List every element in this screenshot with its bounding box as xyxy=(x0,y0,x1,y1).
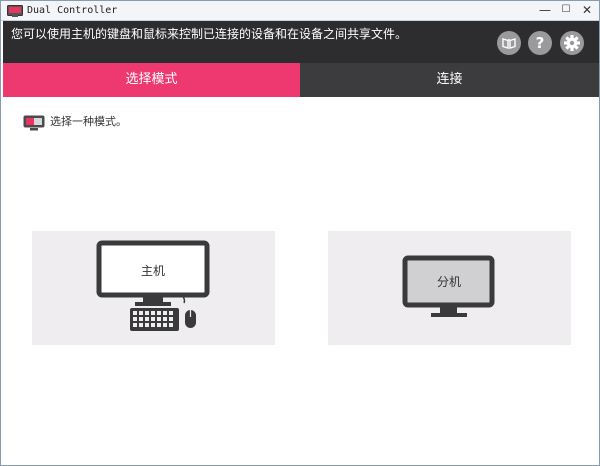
app-window: Dual Controller — ☐ ✕ 您可以使用主机的键盘和鼠标来控制已连… xyxy=(0,0,600,466)
window-title: Dual Controller xyxy=(27,5,118,16)
hint-text: 选择一种模式。 xyxy=(50,115,127,128)
desktop-with-keyboard-mouse-icon xyxy=(96,240,210,331)
tab-connect[interactable]: 连接 xyxy=(300,63,599,97)
monitor-hint-icon xyxy=(23,115,45,131)
main-content: 选择一种模式。 主机 分机 xyxy=(3,97,599,465)
host-mode-card[interactable]: 主机 xyxy=(32,231,275,345)
client-mode-card[interactable]: 分机 xyxy=(328,231,571,345)
maximize-button[interactable]: ☐ xyxy=(557,1,575,19)
close-button[interactable]: ✕ xyxy=(577,1,597,19)
help-button[interactable]: ? xyxy=(528,31,552,55)
header-bar: 您可以使用主机的键盘和鼠标来控制已连接的设备和在设备之间共享文件。 ? xyxy=(3,21,599,63)
header-description: 您可以使用主机的键盘和鼠标来控制已连接的设备和在设备之间共享文件。 xyxy=(11,27,408,41)
question-mark-icon: ? xyxy=(535,34,545,52)
client-label: 分机 xyxy=(436,275,461,289)
book-icon xyxy=(502,38,516,49)
mode-tabs: 选择模式 连接 xyxy=(3,63,599,97)
manual-button[interactable] xyxy=(497,31,521,55)
settings-button[interactable] xyxy=(560,31,584,55)
title-bar[interactable]: Dual Controller — ☐ ✕ xyxy=(1,1,599,21)
gear-icon xyxy=(564,35,580,51)
tab-select-mode[interactable]: 选择模式 xyxy=(3,63,300,97)
host-label: 主机 xyxy=(140,264,165,278)
app-logo-icon xyxy=(7,5,23,17)
minimize-button[interactable]: — xyxy=(535,1,555,19)
